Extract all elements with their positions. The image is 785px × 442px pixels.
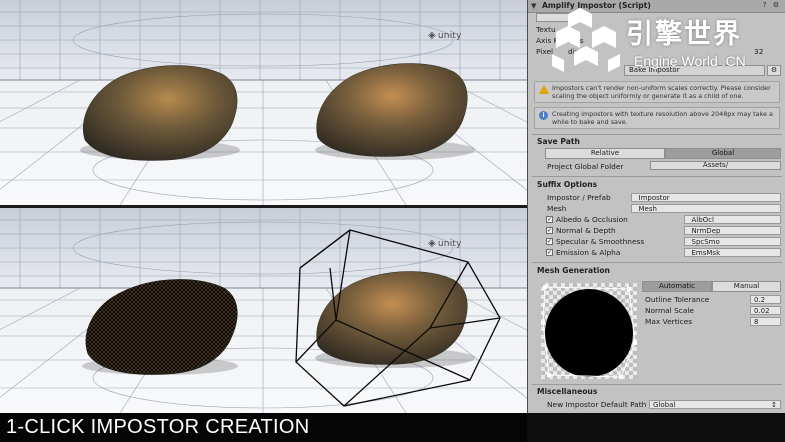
manual-toggle[interactable]: Manual bbox=[712, 281, 781, 292]
normal-suffix-input[interactable]: _NrmDep bbox=[684, 226, 781, 235]
logo-mark-icon bbox=[552, 8, 620, 72]
scene-viewport-bottom[interactable]: ◈ unity bbox=[0, 208, 527, 413]
default-path-row: New Impostor Default Path Global ↕ bbox=[528, 399, 785, 410]
divider-3 bbox=[532, 262, 782, 263]
mesh-generation-header: Mesh Generation bbox=[537, 266, 610, 275]
info-helpbox: i Creating impostors with texture resolu… bbox=[534, 107, 780, 129]
info-icon: i bbox=[539, 111, 548, 120]
suffix-options-header: Suffix Options bbox=[537, 180, 598, 189]
save-path-header: Save Path bbox=[537, 137, 580, 146]
normal-scale-input[interactable]: 0.02 bbox=[750, 306, 781, 315]
miscellaneous-header: Miscellaneous bbox=[537, 387, 598, 396]
unity-watermark-bottom: ◈ unity bbox=[428, 238, 462, 249]
project-folder-row: Project Global Folder Assets/ bbox=[528, 161, 785, 172]
max-vertices-row: Max Vertices 8 bbox=[528, 316, 785, 327]
impostor-suffix-input[interactable]: _Impostor bbox=[631, 193, 781, 202]
foldout-arrow-icon[interactable]: ▼ bbox=[531, 2, 536, 10]
mesh-suffix-input[interactable]: _Mesh bbox=[631, 204, 781, 213]
automatic-toggle[interactable]: Automatic bbox=[642, 281, 712, 292]
emission-suffix-input[interactable]: _EmsMsk bbox=[684, 248, 781, 257]
global-toggle[interactable]: Global bbox=[665, 148, 781, 159]
project-folder-button[interactable]: Assets/ bbox=[650, 161, 781, 170]
default-path-dropdown[interactable]: Global ↕ bbox=[649, 400, 781, 409]
caption-bar: 1-CLICK IMPOSTOR CREATION bbox=[0, 413, 527, 442]
warning-helpbox: Impostors can't render non-uniform scale… bbox=[534, 81, 780, 103]
suffix-impostor-row: Impostor / Prefab _Impostor bbox=[528, 192, 785, 203]
warning-icon bbox=[539, 85, 549, 94]
albedo-suffix-input[interactable]: _AlbOcl bbox=[684, 215, 781, 224]
specular-suffix-input[interactable]: _SpcSmo bbox=[684, 237, 781, 246]
normal-depth-row: ✓ Normal & Depth _NrmDep bbox=[528, 225, 785, 236]
suffix-mesh-row: Mesh _Mesh bbox=[528, 203, 785, 214]
albedo-occlusion-row: ✓ Albedo & Occlusion _AlbOcl bbox=[528, 214, 785, 225]
relative-toggle[interactable]: Relative bbox=[545, 148, 665, 159]
scene-viewport-top[interactable]: ◈ unity bbox=[0, 0, 527, 205]
logo-english-text: Engine World .CN bbox=[634, 53, 746, 69]
albedo-checkbox[interactable]: ✓ bbox=[546, 216, 553, 223]
divider-2 bbox=[532, 176, 782, 177]
unity-watermark-top: ◈ unity bbox=[428, 30, 462, 41]
engine-world-logo: 引擎世界 Engine World .CN bbox=[540, 8, 780, 78]
normal-checkbox[interactable]: ✓ bbox=[546, 227, 553, 234]
divider-4 bbox=[532, 384, 782, 385]
outline-tolerance-row: Outline Tolerance 0.2 bbox=[528, 294, 785, 305]
specular-checkbox[interactable]: ✓ bbox=[546, 238, 553, 245]
logo-chinese-text: 引擎世界 bbox=[626, 19, 742, 50]
emission-checkbox[interactable]: ✓ bbox=[546, 249, 553, 256]
outline-tolerance-input[interactable]: 0.2 bbox=[750, 295, 781, 304]
specular-smoothness-row: ✓ Specular & Smoothness _SpcSmo bbox=[528, 236, 785, 247]
emission-alpha-row: ✓ Emission & Alpha _EmsMsk bbox=[528, 247, 785, 258]
caption-text: 1-CLICK IMPOSTOR CREATION bbox=[6, 416, 310, 438]
normal-scale-row: Normal Scale 0.02 bbox=[528, 305, 785, 316]
bottom-strip bbox=[527, 413, 785, 442]
max-vertices-input[interactable]: 8 bbox=[750, 317, 781, 326]
divider-1 bbox=[532, 134, 782, 135]
